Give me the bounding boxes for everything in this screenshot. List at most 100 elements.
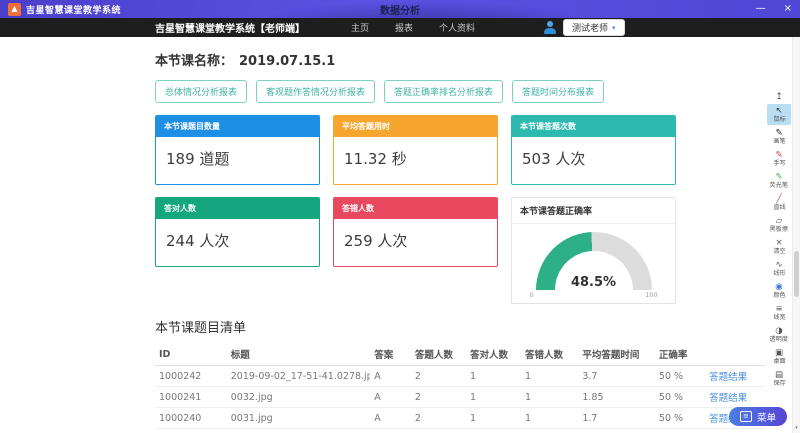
lesson-name: 2019.07.15.1 [239, 54, 335, 69]
report-button-accuracy-rank[interactable]: 答题正确率排名分析报表 [384, 80, 503, 103]
user-area: 测试老师 ▾ [543, 19, 625, 36]
table-title: 本节课题目清单 [155, 317, 766, 336]
line-width-icon: ≡ [775, 305, 782, 314]
gauge-scale: 0 100 [530, 291, 658, 299]
right-toolbar-tools: ↖鼠标✎画笔✎手写✎荧光笔╱直线▱黑板擦×清空∿线形◉颜色≡线宽◑透明度▣桌面▤… [767, 104, 791, 390]
tool-line-width[interactable]: ≡线宽 [767, 302, 791, 323]
tool-handwrite[interactable]: ✎手写 [767, 148, 791, 169]
tool-save[interactable]: ▤保存 [767, 368, 791, 389]
tool-label: 颜色 [773, 292, 785, 298]
mouse-icon: ↖ [775, 107, 782, 116]
report-button-time-dist[interactable]: 答题时间分布报表 [512, 80, 604, 103]
tool-mouse[interactable]: ↖鼠标 [767, 104, 791, 125]
highlighter-icon: ✎ [775, 173, 782, 182]
tool-label: 线宽 [773, 314, 785, 320]
minimize-icon[interactable]: — [756, 4, 766, 14]
table-cell: 0031.jpg [227, 408, 371, 429]
scroll-down-icon[interactable]: ▾ [793, 425, 800, 431]
gauge-card: 本节课答题正确率 48.5% 0 100 [511, 197, 676, 304]
eraser-icon: ▱ [776, 217, 783, 226]
tool-label: 线形 [773, 270, 785, 276]
stat-card-value: 503 人次 [512, 137, 675, 184]
collapse-toolbar-icon[interactable]: ↥ [775, 93, 783, 102]
table-cell: 1.7 [578, 408, 655, 429]
navbar: 吉星智慧课堂教学系统【老师端】 主页 报表 个人资料 测试老师 ▾ [0, 18, 800, 37]
answer-result-link[interactable]: 答题结果 [709, 393, 747, 404]
titlebar: ▲ 吉星智慧课堂教学系统 数据分析 — × [0, 0, 800, 18]
lesson-title-row: 本节课名称： 2019.07.15.1 [155, 50, 766, 69]
table-row: 10002422019-09-02_17-51-41.0278.jpgA2113… [155, 366, 765, 387]
tool-straight-line[interactable]: ╱直线 [767, 192, 791, 213]
nav-item-profile[interactable]: 个人资料 [439, 21, 475, 34]
table-cell: 50 % [655, 408, 705, 429]
tool-opacity[interactable]: ◑透明度 [767, 324, 791, 345]
nav-menu: 主页 报表 个人资料 [325, 21, 475, 34]
tool-eraser[interactable]: ▱黑板擦 [767, 214, 791, 235]
stat-card: 答错人数259 人次 [333, 197, 498, 267]
straight-line-icon: ╱ [776, 195, 781, 204]
table-cell: 1000242 [155, 366, 227, 387]
answer-result-link[interactable]: 答题结果 [709, 372, 747, 383]
scrollbar-thumb[interactable] [794, 251, 799, 297]
app-title: 吉星智慧课堂教学系统 [26, 3, 121, 16]
column-header: 标题 [227, 343, 371, 366]
navbar-brand: 吉星智慧课堂教学系统【老师端】 [155, 20, 305, 35]
menu-list-icon: ≡ [740, 411, 752, 422]
table-cell: 2019-09-02_17-51-41.0278.jpg [227, 366, 371, 387]
report-button-objective[interactable]: 客观题作答情况分析报表 [256, 80, 375, 103]
tool-label: 手写 [773, 160, 785, 166]
nav-item-reports[interactable]: 报表 [395, 21, 413, 34]
opacity-icon: ◑ [775, 327, 782, 336]
stat-cards-row-2: 答对人数244 人次答错人数259 人次 本节课答题正确率 48.5% 0 10… [155, 197, 766, 304]
menu-button[interactable]: ≡ 菜单 [729, 407, 787, 426]
table-row: 10002400031.jpgA2111.750 %答题结果 [155, 408, 765, 429]
stat-card-title: 本节课题目数量 [156, 116, 319, 137]
close-icon[interactable]: × [784, 4, 792, 14]
table-cell: 0032.jpg [227, 387, 371, 408]
tool-clear[interactable]: ×清空 [767, 236, 791, 257]
column-header: 答题人数 [411, 343, 466, 366]
desktop-icon: ▣ [775, 349, 783, 358]
report-buttons-row: 总体情况分析报表客观题作答情况分析报表答题正确率排名分析报表答题时间分布报表 [155, 80, 766, 103]
table-cell: 2 [411, 408, 466, 429]
stat-card-value: 189 道题 [156, 137, 319, 184]
nav-item-home[interactable]: 主页 [351, 21, 369, 34]
tool-line-style[interactable]: ∿线形 [767, 258, 791, 279]
report-button-overall[interactable]: 总体情况分析报表 [155, 80, 247, 103]
table-cell: 2 [411, 429, 466, 433]
gauge-card-title: 本节课答题正确率 [512, 198, 675, 224]
table-cell: 3.7 [578, 366, 655, 387]
tool-desktop[interactable]: ▣桌面 [767, 346, 791, 367]
user-dropdown-button[interactable]: 测试老师 ▾ [563, 19, 625, 36]
tool-label: 直线 [773, 204, 785, 210]
tool-color[interactable]: ◉颜色 [767, 280, 791, 301]
gauge-min-label: 0 [530, 291, 534, 299]
table-cell: 1 [521, 366, 578, 387]
table-cell: 50 % [655, 366, 705, 387]
stat-card: 平均答题用时11.32 秒 [333, 115, 498, 185]
column-header: 正确率 [655, 343, 705, 366]
question-list-section: 本节课题目清单 ID标题答案答题人数答对人数答错人数平均答题时间正确率 1000… [155, 317, 766, 433]
gauge-max-label: 100 [645, 291, 657, 299]
table-cell: 1 [466, 366, 521, 387]
table-body: 10002422019-09-02_17-51-41.0278.jpgA2113… [155, 366, 765, 433]
column-header: 平均答题时间 [578, 343, 655, 366]
accuracy-gauge: 48.5% 0 100 [512, 224, 675, 303]
column-header [705, 343, 765, 366]
pen-icon: ✎ [775, 129, 782, 138]
tool-highlighter[interactable]: ✎荧光笔 [767, 170, 791, 191]
column-header: 答错人数 [521, 343, 578, 366]
tool-label: 鼠标 [773, 116, 785, 122]
vertical-scrollbar[interactable]: ▴ ▾ [792, 19, 800, 433]
stat-card-value: 244 人次 [156, 219, 319, 266]
table-cell: A [370, 387, 411, 408]
tool-pen[interactable]: ✎画笔 [767, 126, 791, 147]
table-cell: 1000239 [155, 429, 227, 433]
line-style-icon: ∿ [775, 261, 782, 270]
app-window: ▲ 吉星智慧课堂教学系统 数据分析 — × 吉星智慧课堂教学系统【老师端】 主页… [0, 0, 800, 433]
table-cell: 1 [466, 429, 521, 433]
tool-label: 透明度 [770, 336, 789, 342]
chevron-down-icon: ▾ [612, 24, 616, 32]
lesson-label: 本节课名称： [155, 54, 233, 69]
table-row: 10002410032.jpgA2111.8550 %答题结果 [155, 387, 765, 408]
